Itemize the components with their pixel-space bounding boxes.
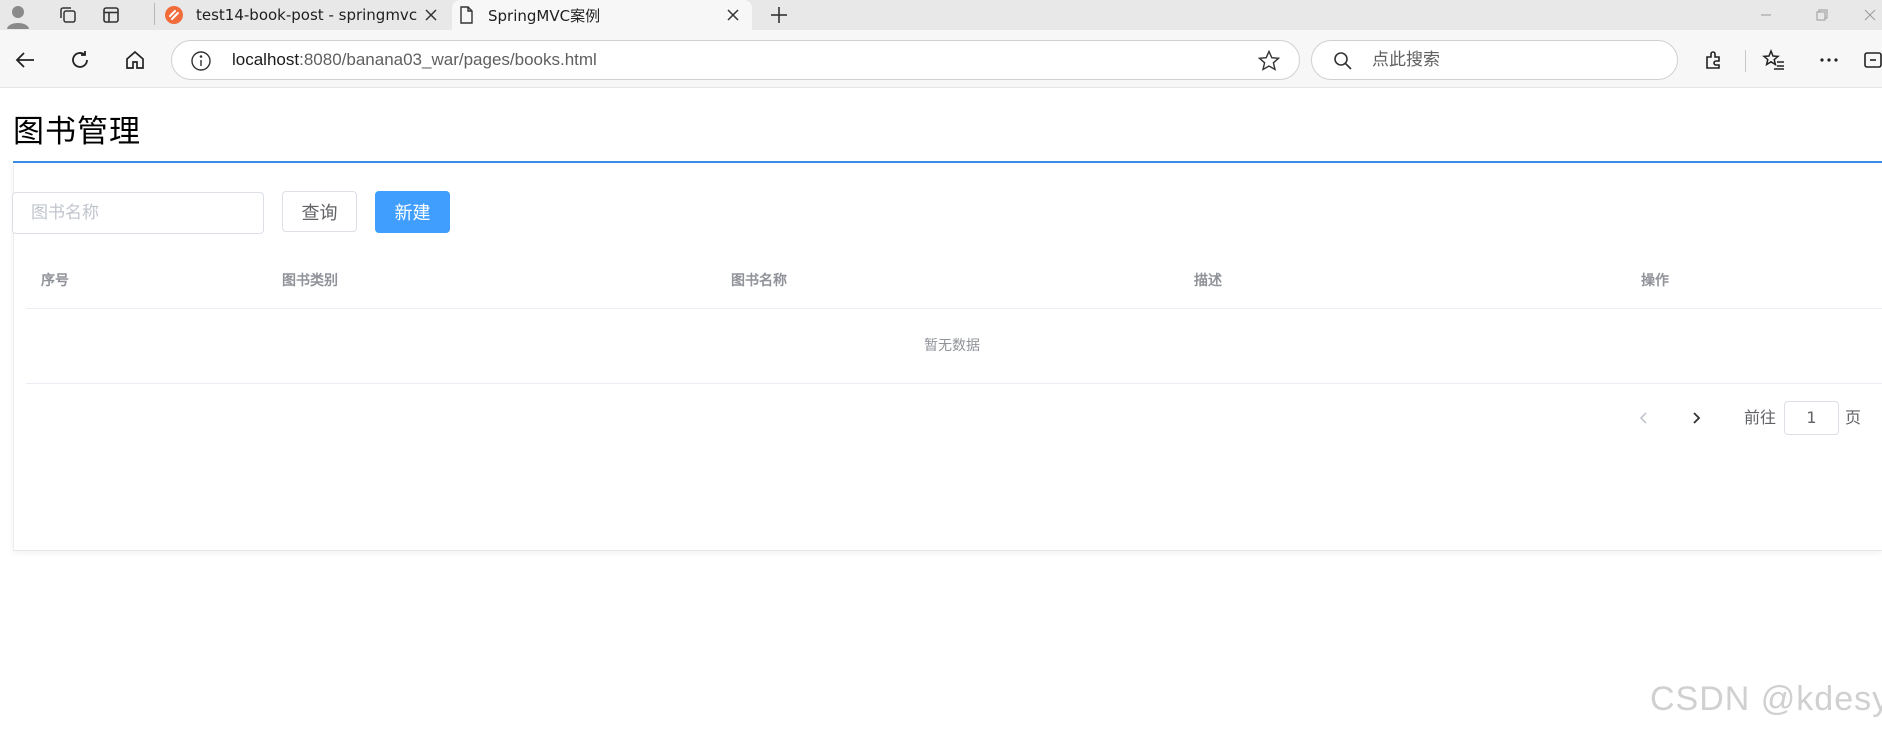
- new-tab-icon[interactable]: [765, 1, 793, 29]
- column-header-name[interactable]: 图书名称: [731, 254, 787, 309]
- chevron-right-icon[interactable]: [1682, 404, 1710, 432]
- column-header-description[interactable]: 描述: [1194, 254, 1222, 309]
- goto-label: 前往: [1744, 408, 1777, 427]
- close-tab-icon[interactable]: [722, 4, 744, 26]
- tab-actions-icon[interactable]: [98, 2, 124, 28]
- table-empty-row: 暂无数据: [26, 309, 1882, 384]
- browser-search-box[interactable]: 点此搜索: [1311, 40, 1678, 80]
- tab-divider: [154, 3, 155, 25]
- star-icon[interactable]: [1257, 49, 1281, 73]
- page-title: 图书管理: [13, 114, 141, 150]
- new-book-button[interactable]: 新建: [375, 191, 450, 233]
- page-number-input[interactable]: 1: [1784, 401, 1839, 435]
- extensions-icon[interactable]: [1697, 43, 1731, 77]
- back-icon[interactable]: [8, 43, 42, 77]
- column-header-category[interactable]: 图书类别: [282, 254, 338, 309]
- tab-strip: test14-book-post - springmvc SpringMVC案例: [0, 0, 1882, 30]
- chevron-left-icon[interactable]: [1630, 404, 1658, 432]
- query-button[interactable]: 查询: [282, 191, 357, 232]
- close-tab-icon[interactable]: [420, 4, 442, 26]
- restore-icon[interactable]: [1808, 2, 1836, 28]
- empty-text: 暂无数据: [924, 338, 980, 354]
- home-icon[interactable]: [118, 43, 152, 77]
- reload-icon[interactable]: [63, 43, 97, 77]
- address-bar[interactable]: localhost:8080/banana03_war/pages/books.…: [171, 40, 1300, 80]
- url-path: :8080/banana03_war/pages/books.html: [299, 50, 597, 69]
- column-header-actions[interactable]: 操作: [1641, 254, 1669, 309]
- csdn-watermark: CSDN @kdesy: [1650, 680, 1882, 718]
- page-content: 图书管理 查询 新建 序号 图书类别 图书名称 描述 操作 暂无数据 前往 1 …: [0, 88, 1882, 734]
- search-placeholder: 点此搜索: [1372, 50, 1440, 70]
- url-host: localhost: [232, 50, 300, 69]
- browser-toolbar: localhost:8080/banana03_war/pages/books.…: [0, 30, 1882, 88]
- books-table: 序号 图书类别 图书名称 描述 操作 暂无数据: [26, 254, 1882, 384]
- book-name-search-input[interactable]: [12, 192, 264, 234]
- column-header-index[interactable]: 序号: [41, 254, 69, 309]
- tab-springmvc[interactable]: SpringMVC案例: [452, 0, 752, 30]
- tab-test14[interactable]: test14-book-post - springmvc: [160, 0, 450, 30]
- search-icon: [1332, 50, 1354, 72]
- tab-title: SpringMVC案例: [488, 6, 601, 25]
- more-icon[interactable]: [1812, 43, 1846, 77]
- page-suffix-label: 页: [1845, 408, 1862, 427]
- favorites-icon[interactable]: [1757, 43, 1791, 77]
- share-icon[interactable]: [1862, 43, 1882, 77]
- workspaces-icon[interactable]: [55, 2, 81, 28]
- page-icon: [456, 5, 476, 25]
- info-icon[interactable]: [190, 50, 212, 72]
- tab-title: test14-book-post - springmvc: [196, 6, 418, 24]
- url-text[interactable]: localhost:8080/banana03_war/pages/books.…: [232, 41, 597, 79]
- toolbar-divider: [1745, 50, 1746, 72]
- minimize-icon[interactable]: [1752, 2, 1780, 28]
- profile-icon[interactable]: [4, 2, 32, 30]
- close-window-icon[interactable]: [1856, 2, 1882, 28]
- app-favicon-icon: [164, 5, 184, 25]
- table-header: 序号 图书类别 图书名称 描述 操作: [26, 254, 1882, 309]
- pagination: 前往 1 页: [0, 399, 1882, 437]
